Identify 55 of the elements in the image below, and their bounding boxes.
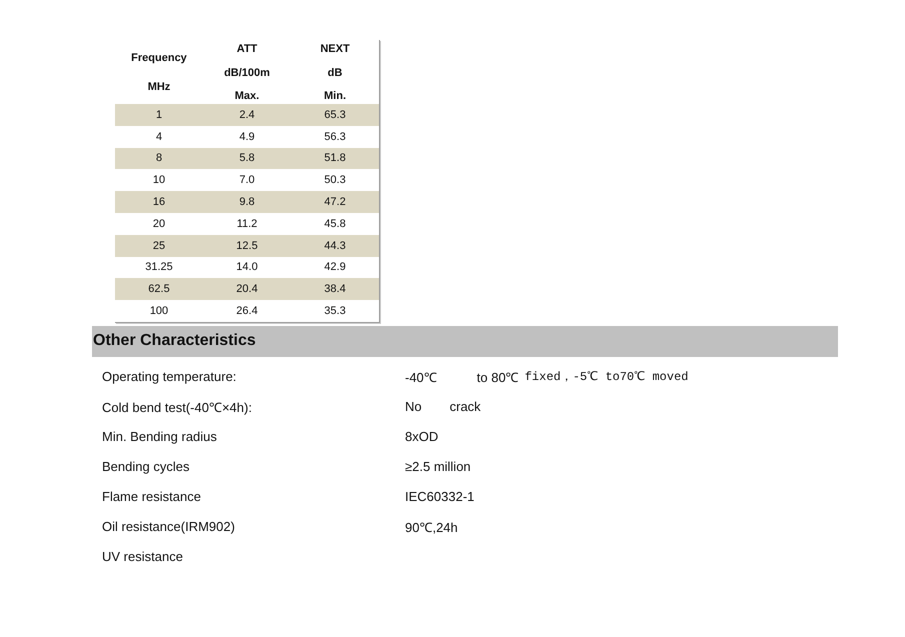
- table-cell-text: 10: [152, 174, 166, 186]
- property-value: IEC60332-1: [405, 489, 474, 504]
- property-label: UV resistance: [102, 549, 184, 564]
- table-cell-text: 25: [152, 240, 166, 252]
- column-header: NEXT: [320, 43, 350, 55]
- column-header: Max.: [234, 90, 260, 102]
- property-value: No: [405, 399, 422, 414]
- property-value: -40℃: [405, 368, 437, 386]
- property-label: Cold bend test(-40℃×4h):: [102, 398, 253, 416]
- property-value: to 80℃: [476, 368, 519, 386]
- table-cell-text: 38.4: [323, 283, 347, 296]
- property-value: crack: [450, 399, 481, 414]
- table-cell-text: 50.3: [323, 174, 347, 186]
- table-cell-text: 56.3: [323, 130, 347, 143]
- table-cell-text: 100: [148, 305, 170, 318]
- section-title: Other Characteristics: [92, 332, 256, 350]
- table-cell-text: 20.4: [235, 283, 259, 296]
- table-cell-text: 14.0: [235, 261, 259, 274]
- property-value: 8xOD: [405, 429, 438, 444]
- table-cell-text: 35.3: [323, 305, 347, 318]
- table-cell-text: 4: [154, 130, 164, 143]
- property-label: Flame resistance: [102, 489, 202, 504]
- column-header: Min.: [324, 90, 346, 102]
- table-cell-text: 42.9: [323, 261, 347, 274]
- table-cell-text: 44.3: [323, 240, 347, 252]
- property-label: Oil resistance(IRM902): [102, 519, 236, 534]
- table-cell-text: 7.0: [238, 174, 256, 186]
- table-cell-text: 47.2: [323, 196, 347, 208]
- property-value: ≥2.5 million: [405, 459, 471, 474]
- table-cell-text: 26.4: [235, 305, 259, 318]
- table-cell-text: 31.25: [144, 261, 174, 274]
- property-label: Bending cycles: [102, 459, 190, 474]
- column-header: MHz: [148, 81, 170, 94]
- table-cell-text: 4.9: [238, 130, 256, 143]
- table-cell-text: 51.8: [323, 152, 347, 164]
- property-label: Operating temperature:: [102, 369, 238, 384]
- column-header: ATT: [236, 43, 258, 55]
- column-header: dB: [328, 66, 342, 78]
- property-label: Min. Bending radius: [102, 429, 218, 444]
- property-value: 90℃,24h: [405, 518, 458, 536]
- table-cell-text: 1: [154, 108, 164, 121]
- column-header: Frequency: [131, 52, 187, 64]
- table-cell-text: 16: [152, 196, 166, 208]
- table-cell-text: 62.5: [147, 283, 171, 296]
- table-cell-text: 45.8: [323, 218, 347, 230]
- property-value: fixed，-5℃ to70℃ moved: [524, 369, 688, 386]
- table-cell-text: 2.4: [238, 108, 256, 121]
- column-header: dB/100m: [224, 66, 270, 78]
- table-cell-text: 65.3: [323, 108, 347, 121]
- table-cell-text: 5.8: [238, 152, 256, 164]
- table-cell-text: 9.8: [238, 196, 256, 208]
- table-cell-text: 20: [152, 218, 166, 230]
- table-cell-text: 8: [154, 152, 164, 164]
- table-cell-text: 11.2: [236, 218, 258, 230]
- table-cell-text: 12.5: [235, 240, 259, 252]
